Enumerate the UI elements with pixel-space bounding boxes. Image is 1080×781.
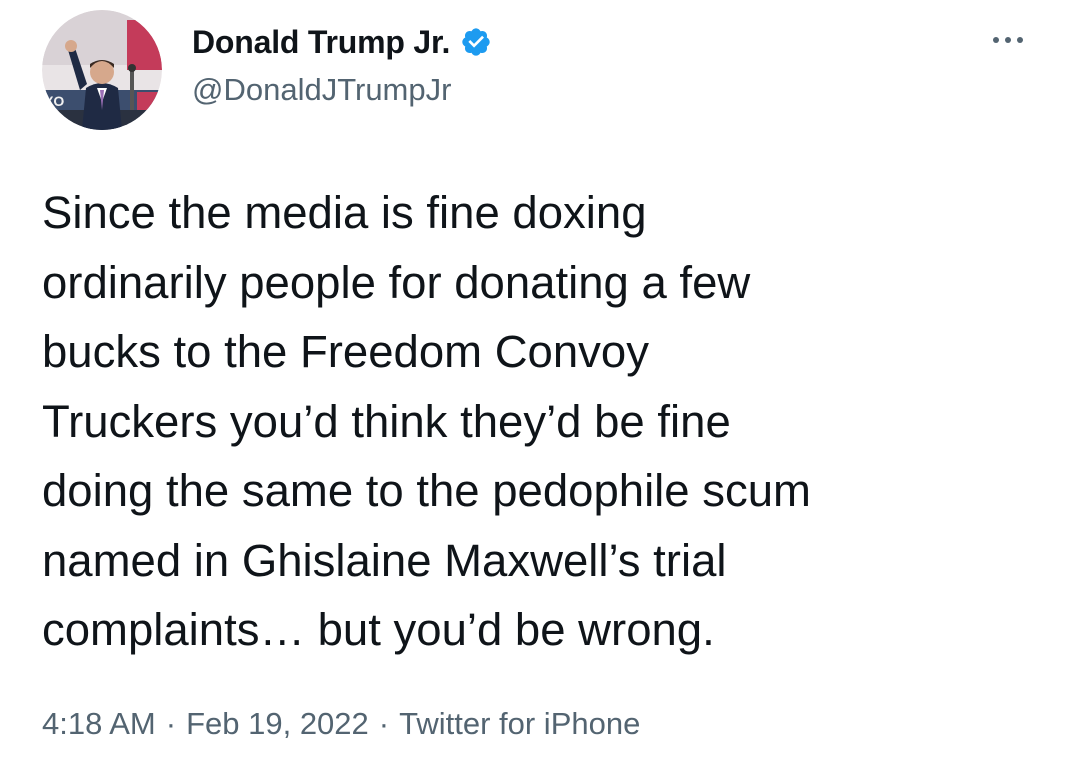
tweet-card: YO Donald Trump Jr. @DonaldJTrumpJr Sinc… [0, 0, 1080, 781]
verified-badge-icon [462, 28, 490, 56]
user-handle[interactable]: @DonaldJTrumpJr [192, 72, 451, 108]
tweet-date[interactable]: Feb 19, 2022 [186, 706, 369, 741]
svg-text:YO: YO [44, 93, 64, 109]
meta-separator: · [378, 706, 390, 741]
author-name-row: Donald Trump Jr. [192, 22, 492, 62]
avatar[interactable]: YO [42, 10, 162, 130]
display-name[interactable]: Donald Trump Jr. [192, 24, 450, 61]
tweet-source[interactable]: Twitter for iPhone [399, 706, 640, 741]
profile-photo: YO [42, 10, 162, 130]
tweet-time[interactable]: 4:18 AM [42, 706, 156, 741]
more-horizontal-icon[interactable] [990, 30, 1026, 50]
tweet-text: Since the media is fine doxing ordinaril… [42, 187, 811, 655]
tweet-metadata: 4:18 AM · Feb 19, 2022 · Twitter for iPhone [42, 706, 640, 742]
meta-separator: · [165, 706, 177, 741]
